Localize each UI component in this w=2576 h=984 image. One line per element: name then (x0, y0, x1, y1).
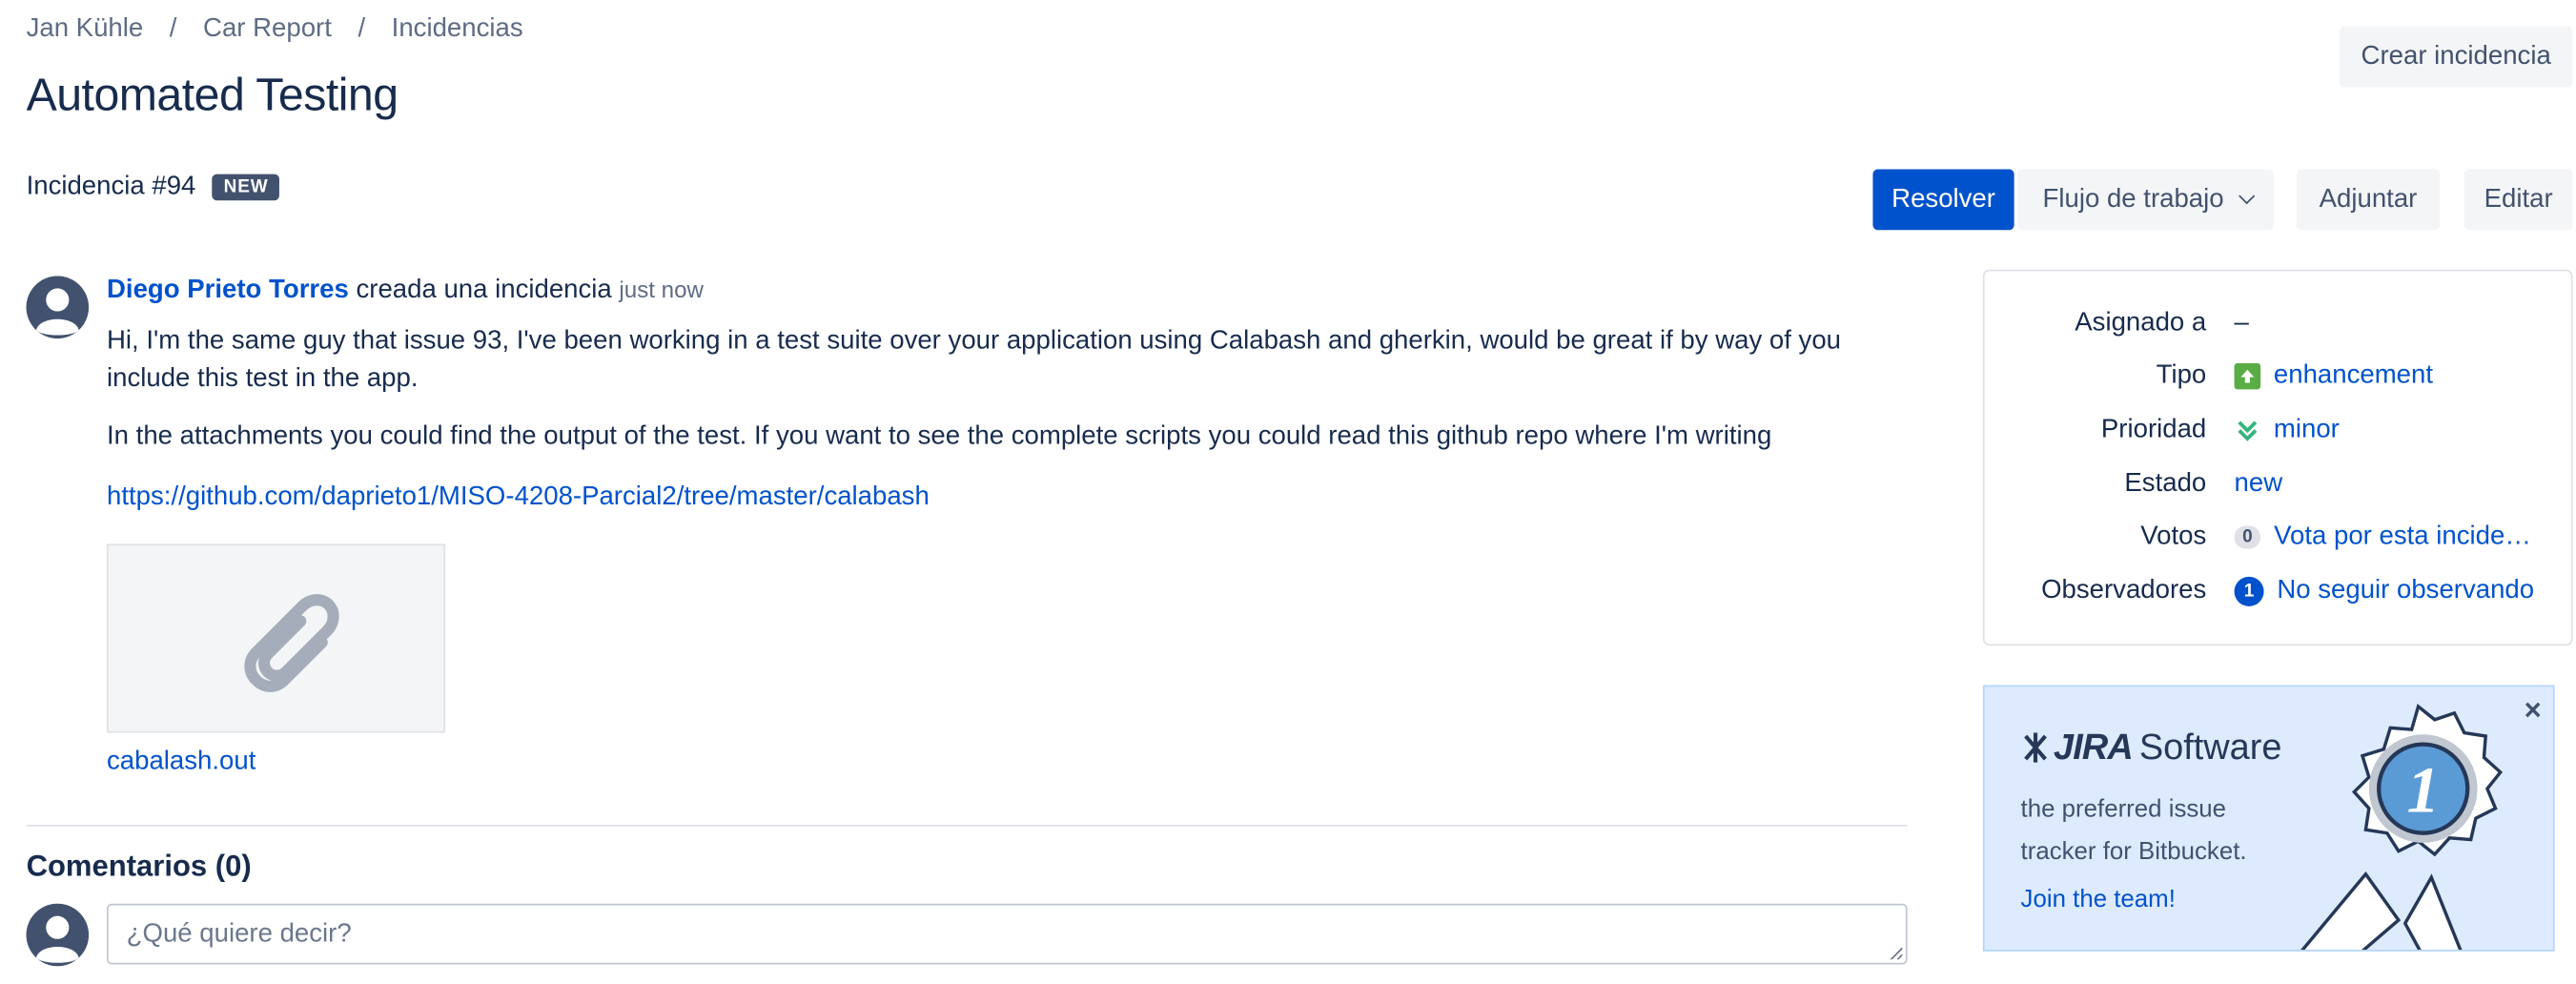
jira-logo: JIRA Software (2021, 726, 2282, 769)
join-team-link[interactable]: Join the team! (2021, 886, 2176, 913)
user-avatar-icon (26, 903, 90, 967)
watchers-count: 1 (2234, 576, 2264, 606)
comments-title: Comentarios (0) (26, 849, 252, 883)
issue-author-line: Diego Prieto Torres creada una incidenci… (107, 276, 704, 305)
detail-row-watchers: Observadores 1 No seguir observando (1985, 576, 2575, 616)
divider (26, 825, 1908, 827)
edit-button[interactable]: Editar (2464, 169, 2573, 231)
issue-id: Incidencia #94 (26, 172, 196, 201)
attach-button[interactable]: Adjuntar (2297, 169, 2440, 231)
create-issue-button[interactable]: Crear incidencia (2339, 26, 2573, 88)
issue-details-panel: Asignado a – Tipo enhancement Prioridad … (1982, 269, 2575, 646)
action-text: creada una incidencia (356, 276, 612, 304)
ribbon-number: 1 (2406, 753, 2439, 826)
issue-description-attachments: In the attachments you could find the ou… (107, 421, 1772, 451)
priority-link[interactable]: minor (2274, 416, 2340, 445)
attachment-link[interactable]: cabalash.out (107, 748, 256, 777)
type-label: Tipo (2156, 361, 2207, 390)
status-label: Estado (2124, 469, 2207, 499)
comment-input[interactable]: ¿Qué quiere decir? (107, 903, 1908, 965)
enhancement-icon (2234, 362, 2261, 390)
status-badge: NEW (212, 174, 280, 201)
avatar[interactable] (26, 276, 90, 338)
vote-link[interactable]: Vota por esta incidencia (2274, 523, 2537, 552)
award-ribbon-icon: 1 (2300, 704, 2504, 951)
issue-description: Hi, I'm the same guy that issue 93, I've… (107, 326, 1842, 393)
detail-row-assignee: Asignado a – (1985, 309, 2575, 348)
status-link[interactable]: new (2235, 470, 2283, 500)
breadcrumb-user[interactable]: Jan Kühle (27, 15, 144, 43)
workflow-dropdown[interactable]: Flujo de trabajo (2017, 169, 2274, 231)
priority-minor-icon (2238, 420, 2258, 441)
breadcrumb-repo[interactable]: Car Report (203, 15, 332, 43)
jira-brand: JIRA (2054, 726, 2134, 768)
breadcrumb-separator: / (358, 14, 366, 43)
detail-row-priority: Prioridad minor (1985, 416, 2575, 455)
jira-promo-banner: 1 × JIRA Software the preferred issue tra… (1982, 685, 2555, 952)
priority-label: Prioridad (2100, 415, 2207, 444)
workflow-label: Flujo de trabajo (2042, 184, 2224, 214)
author-link[interactable]: Diego Prieto Torres (107, 276, 349, 303)
resolve-button[interactable]: Resolver (1872, 169, 2014, 231)
page-title: Automated Testing (26, 69, 399, 120)
assignee-value: – (2234, 308, 2249, 338)
repo-link[interactable]: https://github.com/daprieto1/MISO-4208-P… (107, 483, 930, 513)
jira-brand-suffix: Software (2138, 726, 2282, 768)
breadcrumb-separator: / (169, 14, 177, 43)
issue-header: Incidencia #94 NEW (27, 173, 280, 202)
breadcrumb-issues[interactable]: Incidencias (392, 15, 523, 43)
detail-row-votes: Votos 0 Vota por esta incidencia (1985, 523, 2575, 562)
votes-label: Votos (2140, 522, 2207, 551)
comment-placeholder: ¿Qué quiere decir? (126, 919, 352, 949)
paperclip-icon (244, 593, 339, 692)
type-link[interactable]: enhancement (2274, 361, 2433, 391)
watchers-label: Observadores (2041, 576, 2207, 605)
user-avatar-icon (26, 276, 90, 338)
breadcrumb: Jan Kühle / Car Report / Incidencias (27, 15, 523, 45)
chevron-down-icon (2238, 188, 2255, 205)
votes-count: 0 (2234, 525, 2261, 549)
avatar (26, 903, 90, 967)
attachment-thumbnail[interactable] (107, 543, 445, 733)
promo-text: the preferred issue tracker for Bitbucke… (2020, 795, 2247, 867)
unwatch-link[interactable]: No seguir observando (2277, 577, 2534, 606)
close-icon[interactable]: × (2525, 695, 2542, 725)
detail-row-status: Estado new (1985, 470, 2575, 509)
timestamp: just now (619, 276, 704, 303)
jira-logo-icon (2024, 732, 2047, 763)
assignee-label: Asignado a (2075, 308, 2207, 338)
detail-row-type: Tipo enhancement (1985, 361, 2575, 400)
resize-grip-icon[interactable] (1890, 947, 1903, 960)
